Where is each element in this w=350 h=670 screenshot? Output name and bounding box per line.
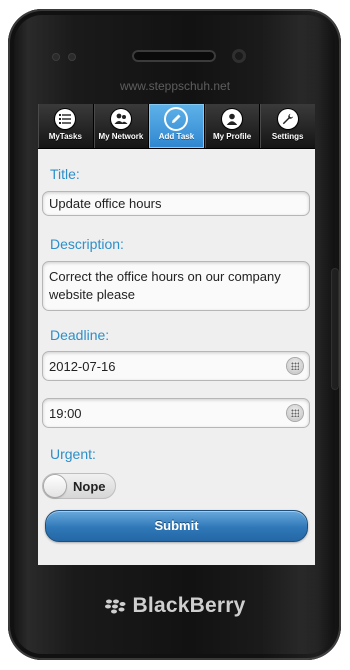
tab-label-mytasks: MyTasks [48,132,82,141]
sensor-left [52,53,60,61]
description-textarea[interactable]: Correct the office hours on our company … [42,261,310,311]
submit-button[interactable]: Submit [45,510,308,542]
front-camera [232,49,246,63]
time-input[interactable]: 19:00 [42,398,310,428]
task-list-icon [55,109,76,129]
urgent-toggle-label: Nope [73,479,106,494]
deadline-label: Deadline: [50,327,110,343]
time-value: 19:00 [49,406,82,421]
date-picker-icon[interactable] [287,358,303,374]
tab-label-settings: Settings [271,132,304,141]
urgent-toggle[interactable]: Nope [42,473,116,499]
blackberry-icon [104,599,126,614]
tab-add-task[interactable]: Add Task [149,104,205,148]
tab-settings[interactable]: Settings [260,104,315,148]
tab-bar: MyTasks My Network Add Task My Profile S… [38,104,315,149]
pencil-icon [166,109,186,129]
earpiece-speaker [132,50,216,62]
time-picker-icon[interactable] [287,405,303,421]
watermark: www.steppschuh.net [119,79,231,93]
brand-name: BlackBerry [132,594,246,617]
date-input[interactable]: 2012-07-16 [42,351,310,381]
side-key[interactable] [332,269,338,389]
date-value: 2012-07-16 [49,359,116,374]
tab-mytasks[interactable]: MyTasks [38,104,94,148]
wrench-icon [277,109,298,129]
tab-label-add-task: Add Task [158,132,195,141]
title-label: Title: [50,166,80,182]
tab-my-profile[interactable]: My Profile [205,104,261,148]
tab-label-my-profile: My Profile [212,132,252,141]
title-input[interactable]: Update office hours [42,191,310,216]
tab-label-my-network: My Network [98,132,144,141]
network-icon [110,109,131,129]
toggle-knob[interactable] [44,475,66,497]
profile-icon [222,109,243,129]
tab-my-network[interactable]: My Network [94,104,150,148]
sensor-right [68,53,76,61]
description-label: Description: [50,236,124,252]
urgent-label: Urgent: [50,446,96,462]
blackberry-logo: BlackBerry [0,594,350,618]
app-screen: MyTasks My Network Add Task My Profile S… [38,104,315,565]
